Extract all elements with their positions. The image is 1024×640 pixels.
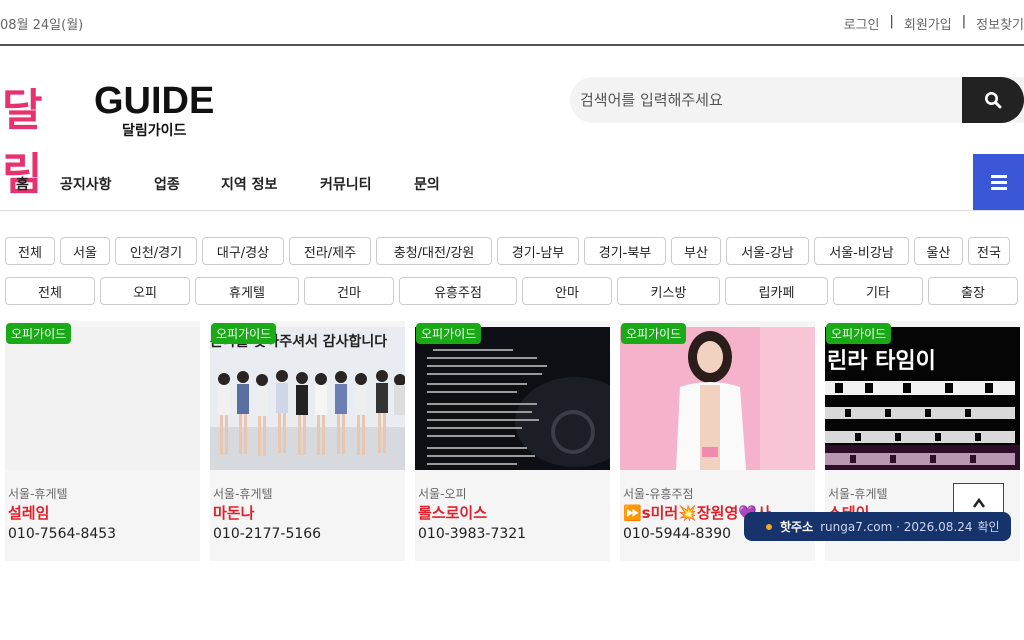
listing-image — [415, 327, 610, 470]
listing-category: 서울-유흥주점 — [623, 487, 694, 501]
scroll-to-top-button[interactable] — [953, 483, 1004, 513]
menu-icon — [990, 174, 1007, 178]
top-bar: 08월 24일(월) 로그인 | 회원가입 | 정보찾기 — [0, 0, 1024, 46]
guide-badge: 오피가이드 — [416, 323, 482, 344]
guide-badge: 오피가이드 — [621, 323, 687, 344]
nav-community[interactable]: 커뮤니티 — [320, 174, 372, 194]
nav-region-info[interactable]: 지역 정보 — [221, 174, 277, 194]
divider: · — [892, 519, 904, 534]
category-filter: 전체 오피 휴게텔 건마 유흥주점 안마 키스방 립카페 기타 출장 — [5, 277, 1018, 305]
search-input[interactable] — [580, 77, 960, 123]
logo-english: GUIDE — [94, 80, 215, 122]
guide-badge: 오피가이드 — [6, 323, 72, 344]
listing-card[interactable]: 오피가이드 서울-오피 롤스로이스 010-3983-7321 — [415, 321, 610, 561]
region-chip[interactable]: 전국 — [968, 237, 1010, 265]
nav-home[interactable]: 홈 — [16, 174, 29, 194]
category-chip[interactable]: 립카페 — [725, 277, 828, 305]
search-button[interactable] — [962, 77, 1024, 123]
category-chip[interactable]: 휴게텔 — [195, 277, 299, 305]
region-chip[interactable]: 전체 — [5, 237, 55, 265]
region-chip[interactable]: 경기-남부 — [497, 237, 579, 265]
arrow-up-icon — [972, 497, 985, 508]
hamburger-menu-button[interactable] — [973, 154, 1024, 210]
hot-address-confirm: 확인 — [977, 520, 1000, 534]
hot-address-banner[interactable]: 핫주소 runga7.com · 2026.08.24 확인 — [744, 512, 1011, 541]
divider: | — [961, 14, 967, 29]
search-icon — [985, 92, 1002, 109]
nav-business-type[interactable]: 업종 — [154, 174, 180, 194]
hot-address-date: 2026.08.24 — [903, 519, 973, 534]
region-filter: 전체 서울 인천/경기 대구/경상 전라/제주 충청/대전/강원 경기-남부 경… — [5, 237, 1010, 265]
region-chip[interactable]: 충청/대전/강원 — [376, 237, 492, 265]
guide-badge: 오피가이드 — [211, 323, 277, 344]
region-chip[interactable]: 경기-북부 — [584, 237, 666, 265]
listing-category: 서울-휴게텔 — [213, 487, 273, 501]
hot-address-label: 핫주소 — [780, 520, 814, 534]
region-chip[interactable]: 부산 — [671, 237, 721, 265]
account-links: 로그인 | 회원가입 | 정보찾기 — [844, 14, 1024, 33]
guide-badge: 오피가이드 — [826, 323, 892, 344]
signup-link[interactable]: 회원가입 — [904, 14, 952, 33]
listing-category: 서울-휴게텔 — [828, 487, 888, 501]
listing-image — [620, 327, 815, 470]
listing-image: 돈나를 찾아주셔서 감사합니다 — [210, 327, 405, 470]
main-nav: 홈 공지사항 업종 지역 정보 커뮤니티 문의 — [0, 154, 1024, 211]
group-photo — [210, 370, 405, 470]
listing-category: 서울-오피 — [418, 487, 467, 501]
listing-image: 린라 타임이 — [825, 327, 1020, 470]
region-chip[interactable]: 서울 — [60, 237, 110, 265]
banner-graphic — [825, 381, 1020, 470]
find-info-link[interactable]: 정보찾기 — [976, 14, 1024, 33]
listing-name[interactable]: 마돈나 — [213, 502, 254, 523]
category-chip[interactable]: 전체 — [5, 277, 95, 305]
category-chip[interactable]: 안마 — [522, 277, 612, 305]
model-photo — [620, 327, 815, 470]
listing-category: 서울-휴게텔 — [8, 487, 68, 501]
current-date: 08월 24일(월) — [0, 18, 84, 33]
listing-name[interactable]: 설레임 — [8, 502, 49, 523]
category-chip[interactable]: 유흥주점 — [399, 277, 517, 305]
region-chip[interactable]: 대구/경상 — [202, 237, 284, 265]
region-chip[interactable]: 전라/제주 — [289, 237, 371, 265]
listing-phone: 010-5944-8390 — [623, 526, 732, 542]
listing-phone: 010-2177-5166 — [213, 526, 322, 542]
region-chip[interactable]: 서울-강남 — [726, 237, 809, 265]
search-bar — [570, 77, 1024, 123]
listing-phone: 010-3983-7321 — [418, 526, 527, 542]
listing-card[interactable]: 돈나를 찾아주셔서 감사합니다 오피가이드 서울-휴게텔 마돈나 010-217… — [210, 321, 405, 561]
status-dot-icon — [766, 524, 772, 530]
category-chip[interactable]: 오피 — [100, 277, 190, 305]
listing-image — [5, 327, 200, 470]
category-chip[interactable]: 출장 — [928, 277, 1018, 305]
nav-inquiry[interactable]: 문의 — [414, 174, 440, 194]
listing-card[interactable]: 오피가이드 서울-휴게텔 설레임 010-7564-8453 — [5, 321, 200, 561]
divider: | — [889, 14, 894, 29]
nav-notice[interactable]: 공지사항 — [60, 174, 112, 194]
dark-text-image — [427, 349, 610, 467]
category-chip[interactable]: 키스방 — [617, 277, 720, 305]
category-chip[interactable]: 건마 — [304, 277, 394, 305]
region-chip[interactable]: 인천/경기 — [115, 237, 197, 265]
region-chip[interactable]: 울산 — [914, 237, 963, 265]
listing-name[interactable]: 롤스로이스 — [418, 502, 487, 523]
logo-subtitle: 달림가이드 — [122, 123, 187, 139]
hot-address-domain: runga7.com — [820, 519, 893, 534]
listing-phone: 010-7564-8453 — [8, 526, 117, 542]
category-chip[interactable]: 기타 — [833, 277, 923, 305]
login-link[interactable]: 로그인 — [844, 14, 880, 33]
region-chip[interactable]: 서울-비강남 — [814, 237, 909, 265]
